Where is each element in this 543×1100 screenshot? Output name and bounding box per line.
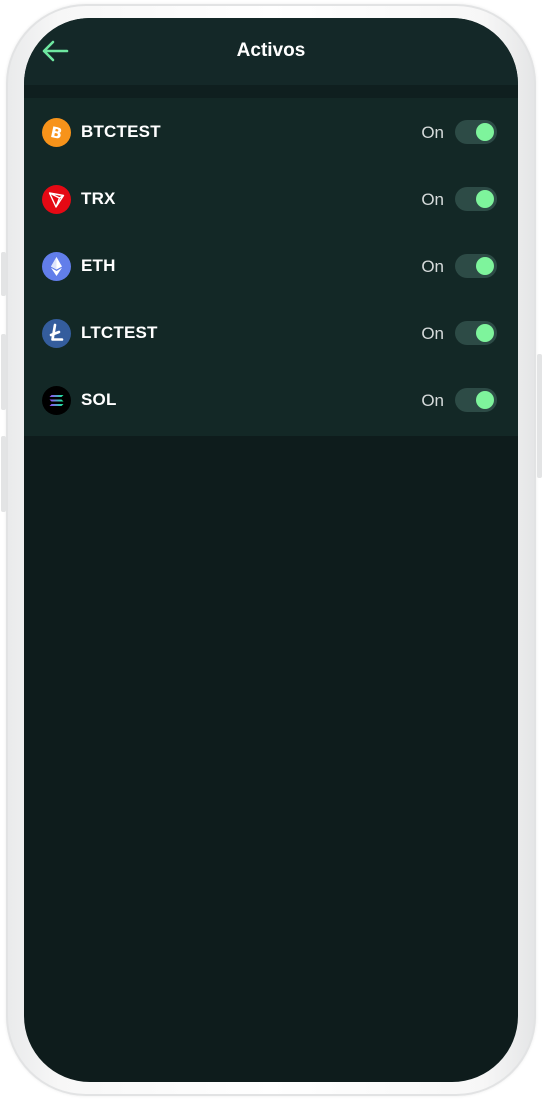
asset-name: BTCTEST — [81, 122, 161, 141]
toggle-knob — [476, 190, 494, 208]
app-screen: Activos B BTCTEST On TRX On ETH On LTCTE… — [24, 18, 518, 1082]
litecoin-icon — [42, 319, 71, 348]
phone-side-button — [1, 252, 6, 296]
header-divider — [24, 85, 518, 98]
phone-side-button — [537, 354, 542, 478]
asset-row-sol: SOL On — [24, 366, 518, 433]
asset-row-btctest: B BTCTEST On — [24, 98, 518, 165]
asset-row-ltctest: LTCTEST On — [24, 299, 518, 366]
asset-list: B BTCTEST On TRX On ETH On LTCTEST On SO… — [24, 98, 518, 436]
asset-toggle-eth[interactable] — [455, 254, 497, 278]
tron-icon — [42, 185, 71, 214]
asset-toggle-trx[interactable] — [455, 187, 497, 211]
toggle-knob — [476, 123, 494, 141]
toggle-knob — [476, 324, 494, 342]
toggle-knob — [476, 391, 494, 409]
asset-name: ETH — [81, 256, 116, 275]
asset-row-trx: TRX On — [24, 165, 518, 232]
svg-text:B: B — [49, 123, 64, 143]
asset-toggle-btctest[interactable] — [455, 120, 497, 144]
asset-name: TRX — [81, 189, 116, 208]
phone-side-button — [1, 436, 6, 512]
phone-side-button — [1, 334, 6, 410]
asset-state-label: On — [421, 123, 444, 142]
asset-name: SOL — [81, 390, 117, 409]
asset-state-label: On — [421, 190, 444, 209]
asset-state-label: On — [421, 257, 444, 276]
ethereum-icon — [42, 252, 71, 281]
app-header: Activos — [24, 18, 518, 85]
asset-toggle-sol[interactable] — [455, 388, 497, 412]
asset-name: LTCTEST — [81, 323, 158, 342]
asset-state-label: On — [421, 324, 444, 343]
solana-icon — [42, 386, 71, 415]
asset-state-label: On — [421, 391, 444, 410]
page-title: Activos — [236, 40, 306, 61]
toggle-knob — [476, 257, 494, 275]
bitcoin-icon: B — [42, 118, 71, 147]
asset-toggle-ltctest[interactable] — [455, 321, 497, 345]
asset-row-eth: ETH On — [24, 232, 518, 299]
